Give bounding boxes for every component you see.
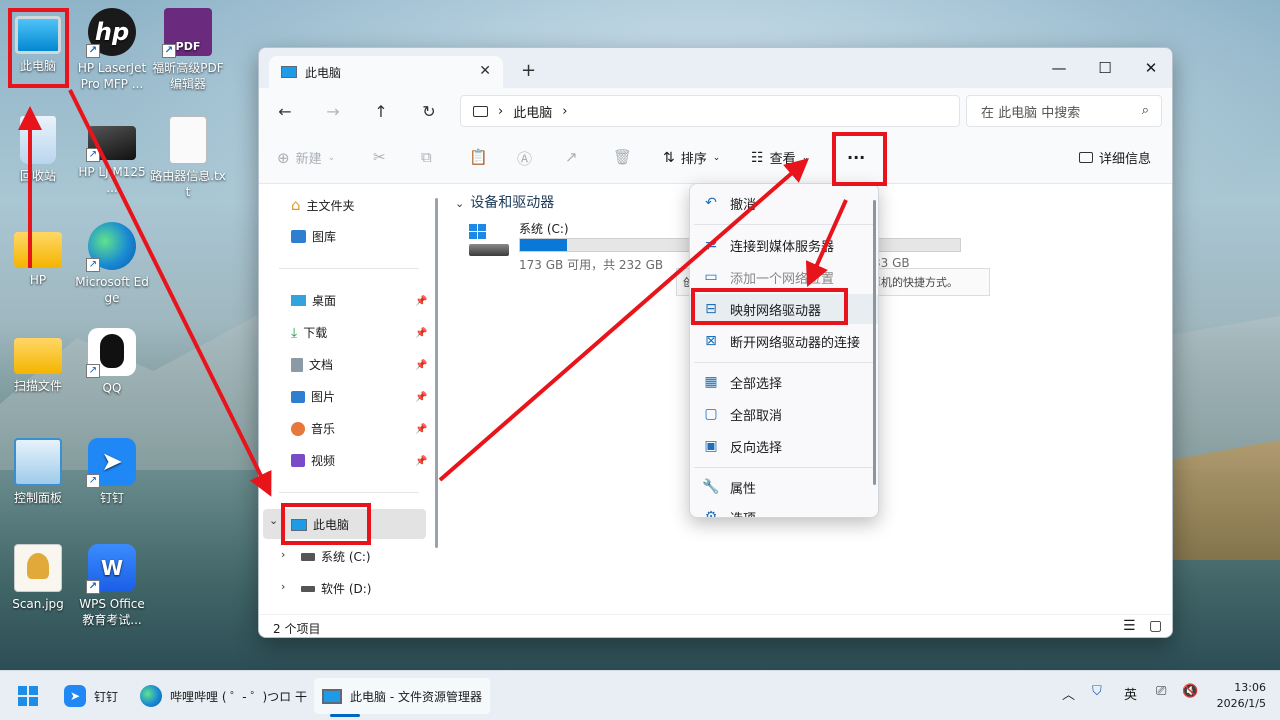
annotation-arrows xyxy=(18,89,848,497)
show-hidden-icons-chevron-up-icon[interactable]: ︿ xyxy=(1062,684,1075,703)
edge-icon xyxy=(140,685,162,707)
taskbar-edge[interactable]: 哔哩哔哩 ( ゜- ゜)つロ 干 xyxy=(140,678,307,714)
taskbar-dingtalk[interactable]: ➤ 钉钉 xyxy=(64,678,118,714)
annotation-arrow-to-sidebar xyxy=(68,89,272,497)
security-shield-icon[interactable]: ⛉ xyxy=(1092,684,1102,699)
start-button[interactable] xyxy=(18,678,38,714)
taskbar-label: 此电脑 - 文件资源管理器 xyxy=(350,689,482,704)
annotation-arrow-to-map-drive xyxy=(805,199,848,287)
taskbar-label: 钉钉 xyxy=(94,689,119,704)
taskbar-label: 哔哩哔哩 ( ゜- ゜)つロ 干 xyxy=(170,689,307,704)
annotation-arrow-to-more xyxy=(438,158,810,482)
active-app-indicator xyxy=(330,714,360,717)
taskbar-file-explorer[interactable]: 此电脑 - 文件资源管理器 xyxy=(314,678,490,714)
monitor-icon xyxy=(322,688,342,704)
volume-muted-icon[interactable]: 🔇 xyxy=(1182,684,1198,699)
network-icon[interactable]: ⎚ xyxy=(1156,684,1166,699)
clock[interactable]: 13:06 2026/1/5 xyxy=(1206,680,1266,712)
clock-time: 13:06 xyxy=(1234,681,1266,694)
clock-date: 2026/1/5 xyxy=(1216,697,1266,710)
windows-logo-icon xyxy=(18,686,38,706)
dingtalk-icon: ➤ xyxy=(64,685,86,707)
input-method-indicator[interactable]: 英 xyxy=(1124,684,1137,703)
